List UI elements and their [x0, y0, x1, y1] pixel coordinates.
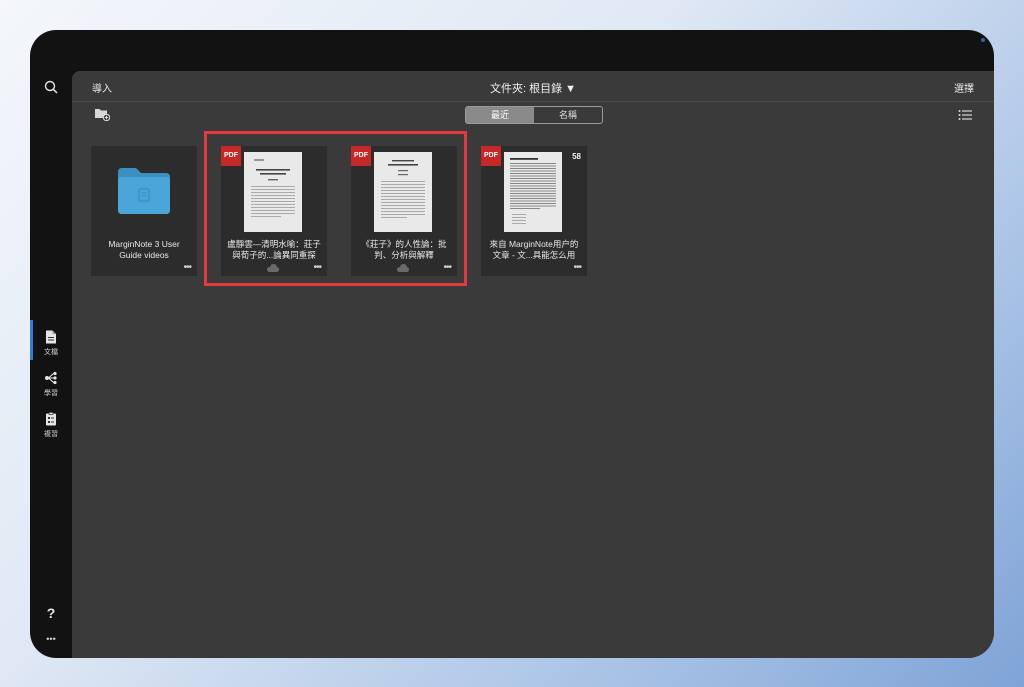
- more-button[interactable]: •••: [30, 634, 72, 644]
- select-button[interactable]: 選擇: [954, 80, 974, 95]
- sidebar-item-label: 文檔: [44, 349, 58, 356]
- note-count-badge: 58: [572, 152, 581, 161]
- search-button[interactable]: [30, 80, 72, 94]
- list-view-button[interactable]: [958, 108, 972, 126]
- sort-segmented-control: 最近 名稱: [465, 106, 603, 124]
- folder-icon: [118, 168, 170, 214]
- sidebar-item-study[interactable]: 學習: [30, 371, 72, 398]
- camera-dot: [981, 38, 985, 42]
- page-preview-lines: [510, 158, 556, 224]
- card-more-button[interactable]: •••: [183, 262, 191, 273]
- document-card-pdf[interactable]: PDF 58 來自 MarginNote用户的文章 - 文...具能怎么用 ••…: [481, 146, 587, 276]
- help-icon: ?: [46, 605, 56, 621]
- card-thumbnail: [91, 146, 197, 236]
- folder-title[interactable]: 文件夾: 根目錄 ▼: [72, 80, 994, 96]
- sidebar-item-label: 複習: [44, 431, 58, 438]
- card-title: MarginNote 3 User Guide videos: [108, 239, 180, 260]
- help-button[interactable]: ?: [30, 605, 72, 621]
- sidebar: 文檔 學習 複習 ? •••: [30, 52, 72, 658]
- card-title: 來自 MarginNote用户的文章 - 文...具能怎么用: [489, 239, 579, 260]
- pdf-badge: PDF: [481, 146, 501, 166]
- ipad-frame: 文檔 學習 複習 ? ••• 導入 文件夾: 根目錄 ▼ 選擇 最近 名稱 Ma…: [30, 30, 994, 658]
- document-card-folder[interactable]: MarginNote 3 User Guide videos •••: [91, 146, 197, 276]
- sidebar-item-review[interactable]: 複習: [30, 412, 72, 439]
- card-thumbnail: PDF 58: [481, 146, 587, 236]
- flashcard-icon: [46, 412, 56, 426]
- pdf-page-thumbnail: [504, 152, 562, 232]
- status-bar: [30, 30, 994, 52]
- highlight-box: [204, 131, 467, 286]
- folder-add-icon: [95, 109, 111, 122]
- new-folder-button[interactable]: [94, 107, 111, 126]
- sort-name-tab[interactable]: 名稱: [534, 107, 602, 123]
- list-icon: [958, 110, 972, 120]
- sort-recent-tab[interactable]: 最近: [466, 107, 534, 123]
- document-icon: [46, 330, 56, 344]
- mindmap-icon: [45, 371, 57, 385]
- more-icon: •••: [46, 634, 56, 644]
- top-toolbar: 導入 文件夾: 根目錄 ▼ 選擇: [72, 71, 994, 102]
- card-more-button[interactable]: •••: [573, 262, 581, 273]
- sidebar-item-label: 學習: [44, 390, 58, 397]
- sidebar-item-documents[interactable]: 文檔: [30, 330, 72, 357]
- search-icon: [44, 80, 58, 94]
